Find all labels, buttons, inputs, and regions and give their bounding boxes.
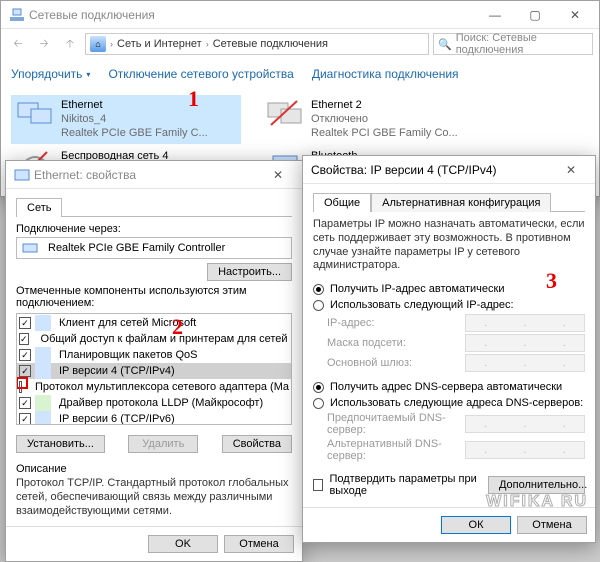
description-title: Описание xyxy=(16,463,292,475)
radio-ip-auto[interactable] xyxy=(313,284,324,295)
adapter-name: Realtek PCIe GBE Family Controller xyxy=(48,242,225,254)
comp-icon xyxy=(35,395,51,411)
uninstall-button: Удалить xyxy=(128,435,198,453)
ethernet-icon xyxy=(267,99,303,129)
search-placeholder: Поиск: Сетевые подключения xyxy=(456,32,588,56)
conn-name: Ethernet 2 xyxy=(311,99,458,113)
info-text: Параметры IP можно назначать автоматичес… xyxy=(313,218,585,273)
titlebar[interactable]: Свойства: IP версии 4 (TCP/IPv4) ✕ xyxy=(303,156,595,184)
conn-line3: Realtek PCIe GBE Family C... xyxy=(61,127,208,141)
gw-label: Основной шлюз: xyxy=(327,357,459,369)
tabstrip: Сеть xyxy=(16,197,292,217)
comp-icon xyxy=(35,347,51,363)
checkbox[interactable]: ✓ xyxy=(19,349,31,361)
connection-item-ethernet[interactable]: Ethernet Nikitos_4 Realtek PCIe GBE Fami… xyxy=(11,95,241,144)
up-button[interactable]: 🡡 xyxy=(59,33,81,55)
ethernet-properties-dialog: Ethernet: свойства ✕ Сеть Подключение че… xyxy=(5,160,303,562)
ok-button[interactable]: ОК xyxy=(441,516,511,534)
description-text: Протокол TCP/IP. Стандартный протокол гл… xyxy=(16,477,292,518)
ip-label: IP-адрес: xyxy=(327,317,459,329)
close-button[interactable]: ✕ xyxy=(551,156,591,184)
search-input[interactable]: 🔍 Поиск: Сетевые подключения xyxy=(433,33,593,55)
dns2-label: Альтернативный DNS-сервер: xyxy=(327,438,459,462)
back-button[interactable]: 🡠 xyxy=(7,33,29,55)
tabstrip: Общие Альтернативная конфигурация xyxy=(313,192,585,212)
chevron-right-icon: › xyxy=(206,39,209,49)
nic-icon xyxy=(22,240,38,256)
dns1-label: Предпочитаемый DNS-сервер: xyxy=(327,412,459,436)
network-icon xyxy=(9,7,25,23)
tab-network[interactable]: Сеть xyxy=(16,198,62,217)
comp-icon xyxy=(35,411,51,425)
components-list[interactable]: ✓Клиент для сетей Microsoft ✓Общий досту… xyxy=(16,313,292,425)
radio-dns-auto[interactable] xyxy=(313,382,324,393)
connect-through-label: Подключение через: xyxy=(16,223,292,235)
toolbar: Упорядочить▾ Отключение сетевого устройс… xyxy=(1,59,599,89)
forward-button[interactable]: 🡢 xyxy=(33,33,55,55)
tab-alt-config[interactable]: Альтернативная конфигурация xyxy=(371,193,551,212)
breadcrumb[interactable]: ⌂ › Сеть и Интернет › Сетевые подключени… xyxy=(85,33,429,55)
annotation-2: 2 xyxy=(172,314,183,340)
dns1-input: ... xyxy=(465,415,585,433)
chevron-right-icon: › xyxy=(110,39,113,49)
confirm-checkbox[interactable] xyxy=(313,479,323,491)
annotation-1: 1 xyxy=(188,86,199,112)
gw-input: ... xyxy=(465,354,585,372)
checkbox[interactable]: ✓ xyxy=(19,317,31,329)
dialog-title: Ethernet: свойства xyxy=(34,168,258,182)
checkbox[interactable]: ✓ xyxy=(19,333,29,345)
titlebar[interactable]: Сетевые подключения — ▢ ✕ xyxy=(1,1,599,29)
configure-button[interactable]: Настроить... xyxy=(207,263,292,281)
checkbox[interactable]: ✓ xyxy=(19,413,31,425)
radio-dns-manual[interactable] xyxy=(313,398,324,409)
maximize-button[interactable]: ▢ xyxy=(515,1,555,29)
ethernet-icon xyxy=(17,99,53,129)
close-button[interactable]: ✕ xyxy=(258,161,298,189)
diagnose-button[interactable]: Диагностика подключения xyxy=(312,67,459,81)
minimize-button[interactable]: — xyxy=(475,1,515,29)
search-icon: 🔍 xyxy=(438,38,452,51)
checkbox[interactable]: ✓ xyxy=(19,397,31,409)
connection-item-ethernet2[interactable]: Ethernet 2 Отключено Realtek PCI GBE Fam… xyxy=(261,95,491,144)
ip-input: ... xyxy=(465,314,585,332)
annotation-3: 3 xyxy=(546,268,557,294)
checkbox[interactable]: ✓ xyxy=(19,365,31,377)
advanced-button[interactable]: Дополнительно... xyxy=(488,476,585,494)
close-button[interactable]: ✕ xyxy=(555,1,595,29)
tab-general[interactable]: Общие xyxy=(313,193,371,212)
organize-menu[interactable]: Упорядочить▾ xyxy=(11,67,90,81)
cancel-button[interactable]: Отмена xyxy=(224,535,294,553)
nav-row: 🡠 🡢 🡡 ⌂ › Сеть и Интернет › Сетевые подк… xyxy=(1,29,599,59)
comp-icon xyxy=(35,315,51,331)
mask-label: Маска подсети: xyxy=(327,337,459,349)
cancel-button[interactable]: Отмена xyxy=(517,516,587,534)
control-panel-icon: ⌂ xyxy=(90,36,106,52)
conn-name: Ethernet xyxy=(61,99,208,113)
install-button[interactable]: Установить... xyxy=(16,435,105,453)
dns2-input: ... xyxy=(465,441,585,459)
conn-line2: Nikitos_4 xyxy=(61,113,208,127)
dialog-title: Свойства: IP версии 4 (TCP/IPv4) xyxy=(311,163,551,177)
crumb-1[interactable]: Сеть и Интернет xyxy=(117,38,202,50)
properties-button[interactable]: Свойства xyxy=(222,435,292,453)
ok-button[interactable]: OK xyxy=(148,535,218,553)
window-title: Сетевые подключения xyxy=(29,8,475,22)
disable-device-button[interactable]: Отключение сетевого устройства xyxy=(108,67,293,81)
adapter-field: Realtek PCIe GBE Family Controller xyxy=(16,237,292,259)
network-icon xyxy=(14,167,30,183)
chevron-down-icon: ▾ xyxy=(86,70,90,79)
mask-input: ... xyxy=(465,334,585,352)
conn-line3: Realtek PCI GBE Family Co... xyxy=(311,127,458,141)
radio-ip-manual[interactable] xyxy=(313,300,324,311)
comp-icon xyxy=(35,363,51,379)
annotation-highlight xyxy=(16,377,28,389)
components-label: Отмеченные компоненты используются этим … xyxy=(16,285,292,309)
ipv4-properties-dialog: Свойства: IP версии 4 (TCP/IPv4) ✕ Общие… xyxy=(302,155,596,543)
titlebar[interactable]: Ethernet: свойства ✕ xyxy=(6,161,302,189)
conn-line2: Отключено xyxy=(311,113,458,127)
crumb-2[interactable]: Сетевые подключения xyxy=(213,38,328,50)
